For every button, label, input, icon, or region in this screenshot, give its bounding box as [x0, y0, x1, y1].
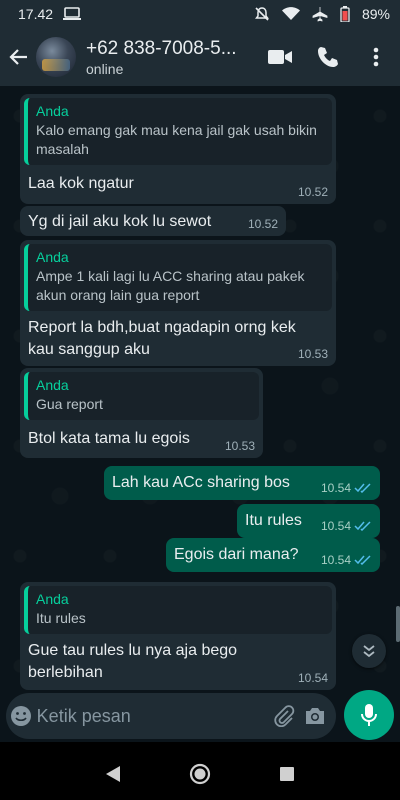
message-bubble-incoming[interactable]: Anda Gua report Btol kata tama lu egois …: [20, 368, 263, 458]
notifications-off-icon: [254, 6, 270, 22]
arrow-left-icon: [9, 49, 27, 65]
message-bubble-incoming[interactable]: Yg di jail aku kok lu sewot 10.52: [20, 206, 286, 236]
message-text: Laa kok ngatur: [28, 175, 134, 192]
battery-icon: [340, 6, 350, 22]
message-time: 10.54: [320, 519, 351, 533]
camera-button[interactable]: [299, 693, 330, 739]
message-time: 10.53: [297, 347, 328, 361]
triangle-back-icon: [106, 766, 121, 782]
status-bar: 17.42 89%: [0, 0, 400, 28]
video-camera-icon: [268, 50, 292, 64]
message-meta: 10.53: [225, 439, 255, 453]
message-input[interactable]: [36, 705, 269, 727]
scroll-to-bottom-button[interactable]: [352, 634, 386, 668]
battery-level: 89%: [361, 6, 390, 22]
emoji-icon: [11, 706, 32, 726]
read-ticks-icon: [354, 555, 371, 565]
message-meta: 10.53: [298, 347, 328, 361]
quoted-message[interactable]: Anda Ampe 1 kali lagi lu ACC sharing ata…: [24, 244, 332, 311]
message-text: Btol kata tama lu egois: [28, 430, 190, 447]
message-text: Gue tau rules lu nya aja bego berlebihan: [28, 642, 238, 681]
double-chevron-down-icon: [363, 645, 375, 658]
square-recents-icon: [279, 767, 294, 781]
nav-back-button[interactable]: [93, 754, 133, 794]
read-ticks-icon: [354, 521, 371, 531]
contact-info[interactable]: +62 838-7008-5... online: [86, 38, 256, 77]
quote-author: Anda: [36, 591, 69, 607]
phone-icon: [318, 47, 338, 67]
airplane-mode-icon: [312, 6, 328, 22]
message-time: 10.54: [320, 481, 351, 495]
nav-recents-button[interactable]: [267, 754, 307, 794]
contact-name: +62 838-7008-5...: [86, 37, 237, 59]
message-meta: 10.52: [298, 185, 328, 199]
message-bubble-outgoing[interactable]: Egois dari mana? 10.54: [166, 538, 380, 572]
message-input-container: [6, 693, 336, 739]
paperclip-icon: [274, 705, 295, 727]
quote-author: Anda: [36, 249, 69, 265]
quote-author: Anda: [36, 377, 69, 393]
system-nav-bar: [0, 748, 400, 800]
message-bubble-outgoing[interactable]: Itu rules 10.54: [237, 504, 380, 538]
wifi-icon: [281, 7, 300, 21]
message-time: 10.54: [320, 553, 351, 567]
quote-text: Itu rules: [36, 610, 86, 626]
message-text: Report la bdh,buat ngadapin orng kek kau…: [28, 319, 296, 358]
message-meta: 10.54: [321, 481, 372, 495]
message-bubble-incoming[interactable]: Anda Ampe 1 kali lagi lu ACC sharing ata…: [20, 240, 336, 366]
message-time: 10.54: [297, 671, 328, 685]
contact-avatar[interactable]: [36, 37, 76, 77]
attach-button[interactable]: [269, 693, 300, 739]
camera-icon: [305, 708, 324, 724]
more-options-button[interactable]: [352, 28, 400, 86]
message-time: 10.52: [247, 217, 278, 231]
message-time: 10.52: [297, 185, 328, 199]
message-meta: 10.54: [298, 671, 328, 685]
message-bubble-incoming[interactable]: Anda Itu rules Gue tau rules lu nya aja …: [20, 582, 336, 690]
message-list[interactable]: Anda Kalo emang gak mau kena jail gak us…: [0, 86, 400, 690]
contact-status: online: [86, 60, 124, 77]
back-button[interactable]: [4, 28, 34, 86]
scrollbar-thumb[interactable]: [396, 606, 400, 642]
quoted-message[interactable]: Anda Itu rules: [24, 586, 332, 634]
voice-call-button[interactable]: [304, 28, 352, 86]
clock: 17.42: [18, 6, 54, 22]
message-meta: 10.54: [321, 519, 372, 533]
message-bubble-incoming[interactable]: Anda Kalo emang gak mau kena jail gak us…: [20, 94, 336, 204]
emoji-button[interactable]: [6, 693, 37, 739]
message-meta: 10.52: [248, 217, 278, 231]
message-meta: 10.54: [321, 553, 372, 567]
chat-header: +62 838-7008-5... online: [0, 28, 400, 86]
quoted-message[interactable]: Anda Kalo emang gak mau kena jail gak us…: [24, 98, 332, 165]
message-bubble-outgoing[interactable]: Lah kau ACc sharing bos 10.54: [104, 466, 380, 500]
message-time: 10.53: [224, 439, 255, 453]
composer: [0, 690, 400, 742]
nav-home-button[interactable]: [180, 754, 220, 794]
screen-cast-icon: [63, 7, 82, 21]
quote-author: Anda: [36, 103, 69, 119]
video-call-button[interactable]: [256, 28, 304, 86]
microphone-icon: [361, 704, 377, 726]
quoted-message[interactable]: Anda Gua report: [24, 372, 259, 420]
quote-text: Kalo emang gak mau kena jail gak usah bi…: [36, 122, 317, 157]
voice-message-button[interactable]: [344, 690, 394, 740]
quote-text: Gua report: [36, 396, 103, 412]
circle-home-icon: [189, 763, 211, 785]
more-vertical-icon: [373, 47, 379, 67]
message-text: Yg di jail aku kok lu sewot: [28, 213, 212, 230]
quote-text: Ampe 1 kali lagi lu ACC sharing atau pak…: [36, 268, 305, 303]
read-ticks-icon: [354, 483, 371, 493]
